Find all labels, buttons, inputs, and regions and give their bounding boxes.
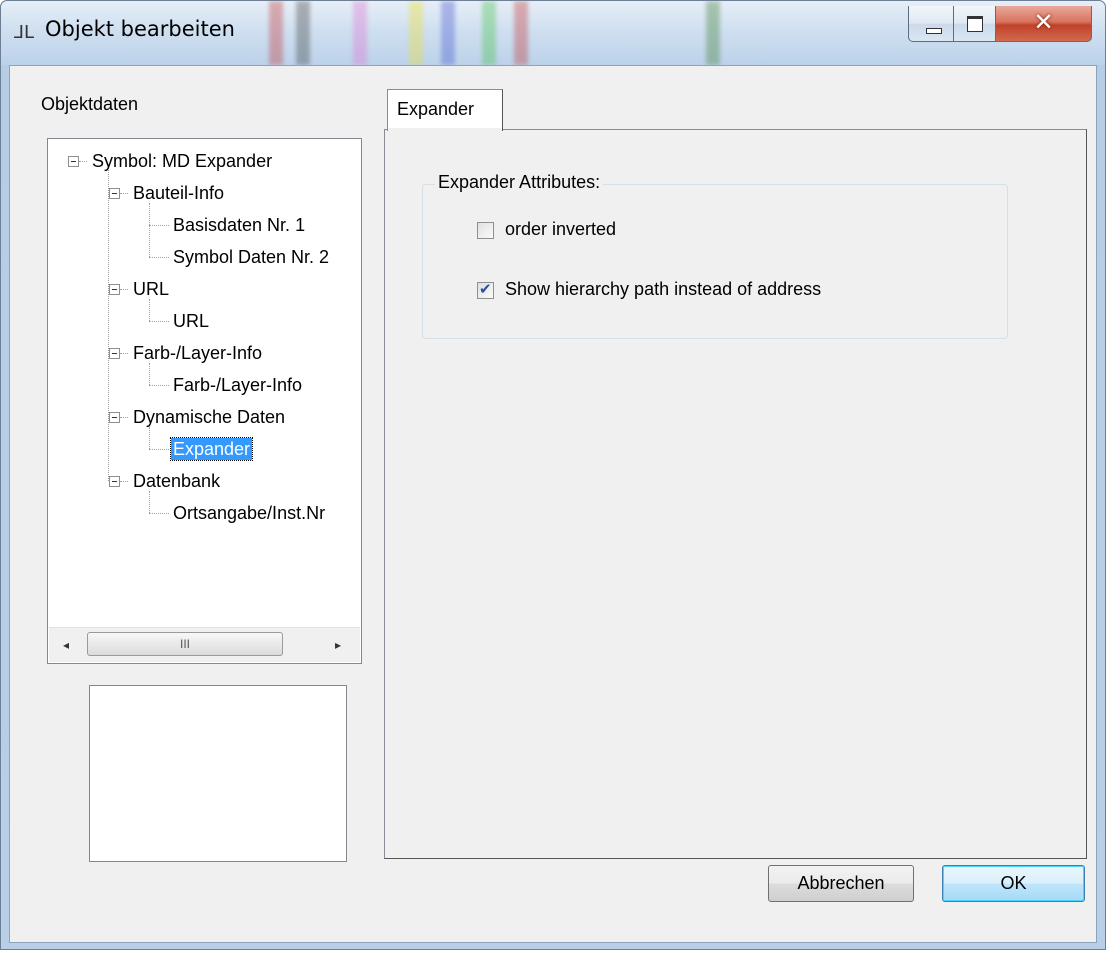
tree-line bbox=[149, 363, 150, 385]
tree-line bbox=[149, 491, 150, 513]
show-hierarchy-path-checkbox[interactable] bbox=[477, 280, 494, 299]
tree-item-symbol-daten[interactable]: Symbol Daten Nr. 2 bbox=[171, 246, 331, 268]
minimize-icon bbox=[926, 28, 942, 34]
tree-line bbox=[149, 513, 169, 514]
tree-item-symbol[interactable]: Symbol: MD Expander bbox=[90, 150, 274, 172]
tree-line bbox=[149, 299, 150, 321]
tab-expander[interactable]: Expander bbox=[387, 89, 503, 131]
tree-item-bauteil-info[interactable]: Bauteil-Info bbox=[131, 182, 226, 204]
dialog-client-area: Objektdaten Symbol: MD Expander Bauteil-… bbox=[9, 65, 1097, 943]
tree-line bbox=[120, 193, 128, 194]
tree-item-dynamische-daten[interactable]: Dynamische Daten bbox=[131, 406, 287, 428]
maximize-button[interactable] bbox=[954, 6, 996, 42]
title-bar[interactable]: ᒧᒪ Objekt bearbeiten ✕ bbox=[1, 1, 1105, 65]
tree-line bbox=[149, 257, 169, 258]
tree-item-basisdaten[interactable]: Basisdaten Nr. 1 bbox=[171, 214, 307, 236]
tab-joint bbox=[388, 128, 502, 131]
glass-blur bbox=[269, 1, 283, 65]
scroll-thumb[interactable]: III bbox=[87, 632, 283, 656]
tree-item-farb-layer[interactable]: Farb-/Layer-Info bbox=[171, 374, 304, 396]
tree-line bbox=[108, 167, 109, 481]
cancel-button[interactable]: Abbrechen bbox=[768, 865, 914, 902]
objektdaten-label: Objektdaten bbox=[41, 94, 139, 114]
dialog-window: ᒧᒪ Objekt bearbeiten ✕ Objektdaten Symbo… bbox=[0, 0, 1106, 950]
tree-item-url[interactable]: URL bbox=[171, 310, 211, 332]
scroll-left-icon[interactable]: ◂ bbox=[53, 628, 79, 662]
tree-line bbox=[120, 289, 128, 290]
tree-line bbox=[149, 449, 169, 450]
symbol-preview-box bbox=[89, 685, 347, 862]
expander-attributes-group bbox=[422, 184, 1008, 339]
group-legend: Expander Attributes: bbox=[435, 172, 604, 193]
collapse-icon[interactable] bbox=[109, 188, 120, 199]
tree-line bbox=[120, 481, 128, 482]
tree-line bbox=[79, 161, 87, 162]
glass-blur bbox=[706, 1, 720, 65]
tree-line bbox=[120, 353, 128, 354]
collapse-icon[interactable] bbox=[68, 156, 79, 167]
collapse-icon[interactable] bbox=[109, 476, 120, 487]
minimize-button[interactable] bbox=[908, 6, 954, 42]
tree-line bbox=[149, 225, 169, 226]
collapse-icon[interactable] bbox=[109, 284, 120, 295]
glass-blur bbox=[353, 1, 367, 65]
glass-blur bbox=[482, 1, 496, 65]
glass-blur bbox=[296, 1, 310, 65]
order-inverted-label[interactable]: order inverted bbox=[505, 219, 616, 240]
tree-line bbox=[149, 385, 169, 386]
tree-item-ortsangabe[interactable]: Ortsangabe/Inst.Nr bbox=[171, 502, 327, 524]
tree-line bbox=[149, 321, 169, 322]
collapse-icon[interactable] bbox=[109, 348, 120, 359]
show-hierarchy-path-label[interactable]: Show hierarchy path instead of address bbox=[505, 279, 821, 300]
collapse-icon[interactable] bbox=[109, 412, 120, 423]
tree-horizontal-scrollbar[interactable]: ◂ III ▸ bbox=[49, 627, 360, 662]
tree-item-farb-layer-group[interactable]: Farb-/Layer-Info bbox=[131, 342, 264, 364]
tree-line bbox=[149, 203, 150, 257]
ok-button[interactable]: OK bbox=[942, 865, 1085, 902]
app-icon: ᒧᒪ bbox=[13, 22, 35, 43]
maximize-icon bbox=[967, 16, 983, 32]
glass-blur bbox=[514, 1, 528, 65]
close-icon: ✕ bbox=[1033, 8, 1054, 36]
window-title: Objekt bearbeiten bbox=[45, 17, 235, 41]
tree-item-datenbank[interactable]: Datenbank bbox=[131, 470, 222, 492]
tree-item-expander[interactable]: Expander bbox=[169, 437, 254, 461]
scroll-right-icon[interactable]: ▸ bbox=[325, 628, 351, 662]
tree-line bbox=[149, 427, 150, 449]
order-inverted-checkbox[interactable] bbox=[477, 222, 494, 239]
glass-blur bbox=[441, 1, 455, 65]
glass-blur bbox=[409, 1, 423, 65]
tree-item-url-group[interactable]: URL bbox=[131, 278, 171, 300]
object-tree[interactable]: Symbol: MD Expander Bauteil-Info Basisda… bbox=[47, 138, 362, 664]
close-button[interactable]: ✕ bbox=[996, 6, 1092, 42]
tree-line bbox=[120, 417, 128, 418]
